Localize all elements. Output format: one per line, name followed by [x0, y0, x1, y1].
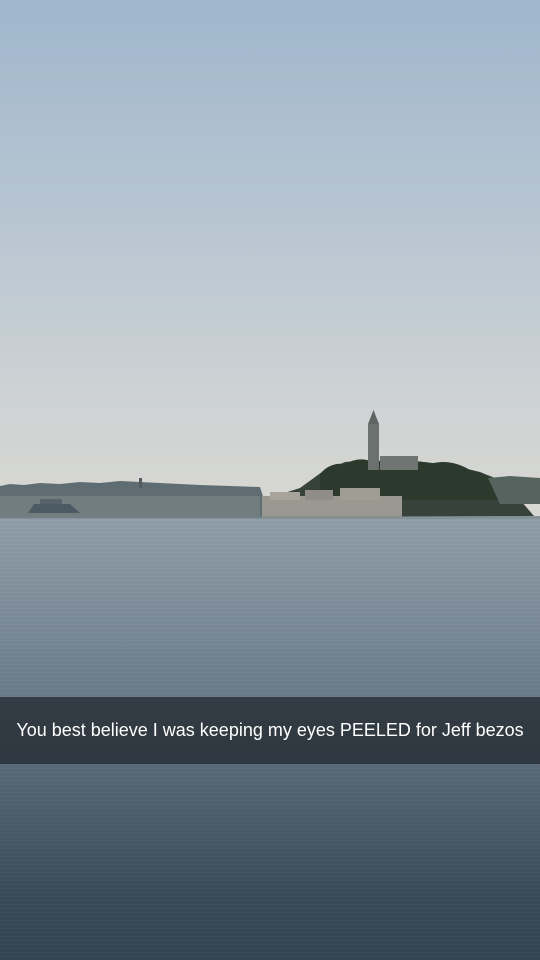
- bell-tower-spire: [368, 410, 379, 424]
- snap-caption-bar[interactable]: You best believe I was keeping my eyes P…: [0, 697, 540, 764]
- bell-tower: [368, 424, 379, 470]
- photo-background: You best believe I was keeping my eyes P…: [0, 0, 540, 960]
- shore-reflection: [0, 516, 540, 519]
- town-skyline: [0, 410, 540, 519]
- distant-tower: [139, 478, 142, 488]
- church-building: [380, 456, 418, 470]
- snap-caption-text: You best believe I was keeping my eyes P…: [16, 720, 524, 740]
